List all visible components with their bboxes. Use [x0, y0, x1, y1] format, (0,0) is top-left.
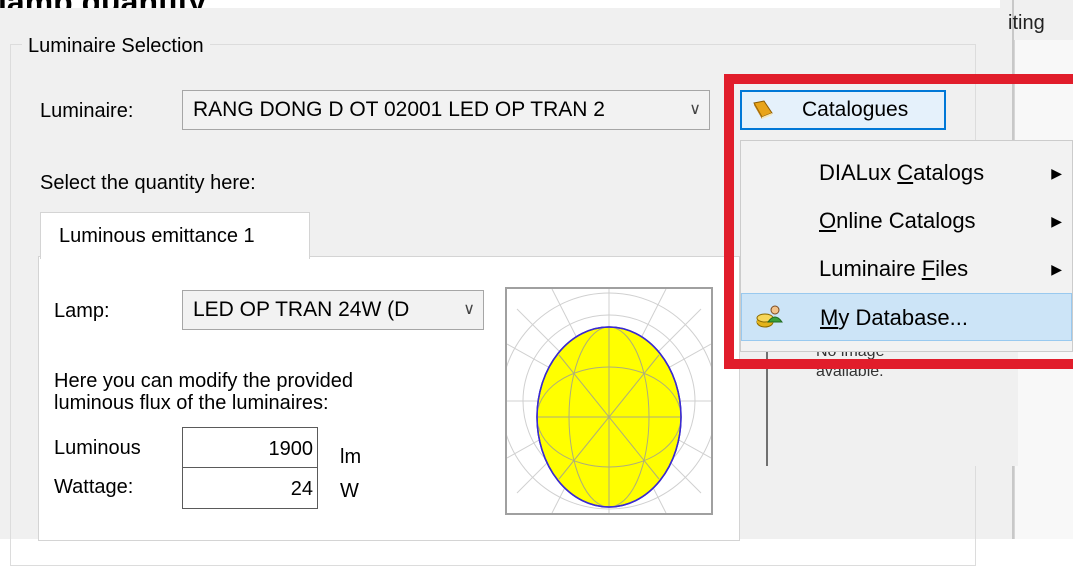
lamp-combobox[interactable]: LED OP TRAN 24W (D ∨	[182, 290, 484, 330]
wattage-input[interactable]: 24	[182, 467, 318, 509]
flux-note: Here you can modify the provided luminou…	[54, 370, 353, 414]
luminous-unit: lm	[340, 446, 362, 468]
tab-luminous-emittance-1[interactable]: Luminous emittance 1	[40, 212, 310, 259]
luminous-label: Luminous	[54, 437, 141, 459]
chevron-down-icon: ∨	[463, 301, 475, 318]
luminous-flux-input[interactable]: 1900	[182, 427, 318, 469]
wattage-unit: W	[340, 480, 359, 502]
annotation-highlight-box	[724, 74, 1073, 369]
lamp-label: Lamp:	[54, 300, 110, 322]
chevron-down-icon: ∨	[689, 101, 701, 118]
page-heading-fragment: lamp quantity	[0, 0, 206, 8]
luminaire-value: RANG DONG D OT 02001 LED OP TRAN 2	[193, 98, 605, 121]
lamp-value: LED OP TRAN 24W (D	[193, 298, 410, 321]
light-distribution-diagram	[500, 287, 718, 515]
group-title: Luminaire Selection	[22, 35, 210, 58]
flux-note-line2: luminous flux of the luminaires:	[54, 392, 329, 414]
flux-note-line1: Here you can modify the provided	[54, 370, 354, 392]
luminaire-label: Luminaire:	[40, 100, 134, 122]
quantity-prompt: Select the quantity here:	[40, 172, 256, 194]
right-panel-title-fragment: iting	[1008, 12, 1045, 34]
luminaire-combobox[interactable]: RANG DONG D OT 02001 LED OP TRAN 2 ∨	[182, 90, 710, 130]
wattage-label: Wattage:	[54, 476, 134, 498]
